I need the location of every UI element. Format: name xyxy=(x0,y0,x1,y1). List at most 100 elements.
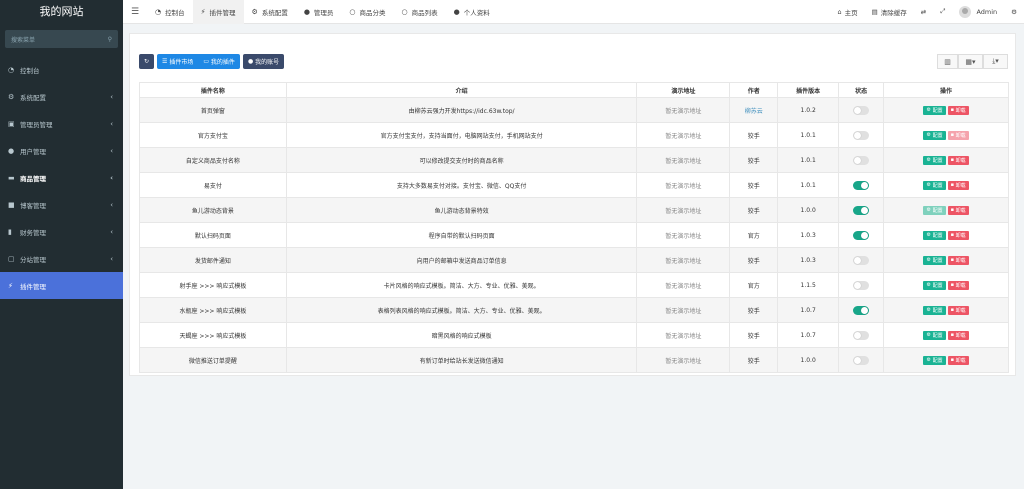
config-button[interactable]: ⚙ 配置 xyxy=(923,255,946,265)
sidebar-item-5[interactable]: ■ 博客管理 ‹ xyxy=(0,191,123,218)
column-header[interactable]: 介绍 xyxy=(285,82,638,98)
plugin-name: 易支付 xyxy=(139,172,287,198)
sidebar-item-4[interactable]: ▬ 商品管理 ‹ xyxy=(0,164,123,191)
config-button[interactable]: ⚙ 配置 xyxy=(923,230,946,240)
config-button[interactable]: ⚙ 配置 xyxy=(923,130,946,140)
uninstall-label: 卸载 xyxy=(955,332,966,339)
brand-title[interactable]: 我的网站 xyxy=(0,0,123,24)
status-toggle[interactable] xyxy=(853,180,870,190)
tab-5[interactable]: ○ 商品列表 xyxy=(394,0,446,24)
uninstall-button[interactable]: ▪ 卸载 xyxy=(947,155,969,165)
translate-icon[interactable]: ⇄ xyxy=(914,8,933,16)
status-cell xyxy=(838,272,885,298)
column-header[interactable]: 状态 xyxy=(838,82,885,98)
status-toggle[interactable] xyxy=(853,355,870,365)
status-toggle[interactable] xyxy=(853,305,870,315)
config-button[interactable]: ⚙ 配置 xyxy=(923,180,946,190)
status-toggle[interactable] xyxy=(853,105,870,115)
tab-6[interactable]: ● 个人资料 xyxy=(446,0,498,24)
clone-icon: ▢ xyxy=(8,254,15,263)
uninstall-button[interactable]: ▪ 卸载 xyxy=(947,230,969,240)
uninstall-button[interactable]: ▪ 卸载 xyxy=(947,355,969,365)
table-row: 自定义商品支付名称 可以修改提交支付时的商品名称 暂无演示地址 狡手 1.0.1 ⚙ 配置… xyxy=(139,147,1009,173)
sidebar-item-6[interactable]: ▮ 财务管理 ‹ xyxy=(0,218,123,245)
actions-cell: ⚙ 配置 ▪ 卸载 xyxy=(883,197,1009,223)
toggle-view-icon[interactable]: ▥ xyxy=(937,54,958,69)
topbar: ☰ ◔ 控制台 ⚡ 插件管理 ⚙ 系统配置 ● 管理员 ○ 商品分类 ○ 商品列表 ● 个人资料 ⌂ 主页 … xyxy=(123,0,1024,24)
tab-1[interactable]: ⚡ 插件管理 xyxy=(192,0,244,24)
sidebar-item-2[interactable]: ▣ 管理员管理 ‹ xyxy=(0,110,123,137)
plugin-description: 由柳苏云强力开发https://idc.63w.top/ xyxy=(285,97,638,123)
config-button[interactable]: ⚙ 配置 xyxy=(923,330,946,340)
config-button[interactable]: ⚙ 配置 xyxy=(923,280,946,290)
status-cell xyxy=(838,122,885,148)
plugin-author[interactable]: 柳苏云 xyxy=(729,97,779,123)
tab-4[interactable]: ○ 商品分类 xyxy=(341,0,393,24)
plugin-market-button[interactable]: ☰ 插件市场 xyxy=(157,54,199,69)
export-icon[interactable]: ⤓▾ xyxy=(983,54,1008,69)
sidebar-item-0[interactable]: ◔ 控制台 xyxy=(0,56,123,83)
search-menu-input[interactable]: 搜索菜单 xyxy=(11,35,108,44)
config-button[interactable]: ⚙ 配置 xyxy=(923,105,946,115)
plugin-description: 向用户的邮箱中发送商品订单信息 xyxy=(285,247,638,273)
trash-icon: ▪ xyxy=(950,282,954,288)
columns-icon[interactable]: ▦▾ xyxy=(958,54,983,69)
uninstall-button[interactable]: ▪ 卸载 xyxy=(947,305,969,315)
tab-label: 插件管理 xyxy=(209,8,236,17)
status-toggle[interactable] xyxy=(853,280,870,290)
tab-0[interactable]: ◔ 控制台 xyxy=(147,0,193,24)
home-link[interactable]: ⌂ 主页 xyxy=(831,7,865,17)
plugin-name: 首页弹窗 xyxy=(139,97,287,123)
demo-url: 暂无演示地址 xyxy=(636,97,731,123)
trash-icon: ▤ xyxy=(871,7,878,16)
config-button[interactable]: ⚙ 配置 xyxy=(923,355,946,365)
plugin-name: 自定义商品支付名称 xyxy=(139,147,287,173)
table-row: 易支付 支持大多数易支付对接。支付宝、微信、QQ支付 暂无演示地址 狡手 1.0.1 ⚙ … xyxy=(139,172,1009,198)
uninstall-button[interactable]: ▪ 卸载 xyxy=(947,130,969,140)
fullscreen-icon[interactable]: ⤢ xyxy=(933,7,952,16)
config-button[interactable]: ⚙ 配置 xyxy=(923,155,946,165)
refresh-button[interactable]: ↻ xyxy=(139,54,155,69)
uninstall-button[interactable]: ▪ 卸载 xyxy=(947,280,969,290)
sidebar-item-3[interactable]: ● 用户管理 ‹ xyxy=(0,137,123,164)
sidebar-item-label: 插件管理 xyxy=(20,282,46,291)
tab-label: 个人资料 xyxy=(463,8,490,17)
uninstall-button[interactable]: ▪ 卸载 xyxy=(947,255,969,265)
status-toggle[interactable] xyxy=(853,130,870,140)
status-toggle[interactable] xyxy=(853,330,870,340)
config-button[interactable]: ⚙ 配置 xyxy=(923,305,946,315)
uninstall-button[interactable]: ▪ 卸载 xyxy=(947,105,969,115)
column-header[interactable]: 作者 xyxy=(729,82,779,98)
user-menu[interactable]: Admin xyxy=(952,5,1004,18)
column-header[interactable]: 演示地址 xyxy=(636,82,731,98)
sidebar-item-1[interactable]: ⚙ 系统配置 ‹ xyxy=(0,83,123,110)
uninstall-button[interactable]: ▪ 卸载 xyxy=(947,180,969,190)
my-plugins-button[interactable]: ▭ 我的插件 xyxy=(198,54,240,69)
status-toggle[interactable] xyxy=(853,205,870,215)
status-toggle[interactable] xyxy=(853,230,870,240)
sidebar: 我的网站 搜索菜单 ⚲ ◔ 控制台 ⚙ 系统配置 ‹ ▣ 管理员管理 ‹ ● 用户管理 ‹ ▬ 商品管理… xyxy=(0,0,123,489)
uninstall-button[interactable]: ▪ 卸载 xyxy=(947,330,969,340)
sidebar-item-label: 商品管理 xyxy=(20,174,46,183)
clear-cache-link[interactable]: ▤ 清除缓存 xyxy=(865,7,914,17)
column-header[interactable]: 操作 xyxy=(883,82,1009,98)
settings-icon[interactable]: ⚙ xyxy=(1004,8,1024,16)
menu-toggle-icon[interactable]: ☰ xyxy=(123,6,147,17)
column-header[interactable]: 插件版本 xyxy=(777,82,840,98)
actions-cell: ⚙ 配置 ▪ 卸载 xyxy=(883,347,1009,373)
my-account-button[interactable]: ● 我的账号 xyxy=(242,54,285,69)
column-header[interactable]: 插件名称 xyxy=(139,82,287,98)
search-menu-box[interactable]: 搜索菜单 ⚲ xyxy=(5,30,118,48)
config-button[interactable]: ⚙ 配置 xyxy=(923,205,946,215)
status-toggle[interactable] xyxy=(853,155,870,165)
tab-3[interactable]: ● 管理员 xyxy=(296,0,342,24)
table-row: 微信推送订单提醒 有新订单时给站长发送微信通知 暂无演示地址 狡手 1.0.0 ⚙ 配置 ▪… xyxy=(139,347,1009,373)
search-icon[interactable]: ⚲ xyxy=(108,36,112,43)
plugin-version: 1.0.1 xyxy=(777,172,840,198)
sidebar-item-7[interactable]: ▢ 分站管理 ‹ xyxy=(0,245,123,272)
sidebar-item-8[interactable]: ⚡ 插件管理 xyxy=(0,272,123,299)
uninstall-button[interactable]: ▪ 卸载 xyxy=(947,205,969,215)
status-toggle[interactable] xyxy=(853,255,870,265)
table-tools: ▥ ▦▾ ⤓▾ xyxy=(937,54,1008,69)
tab-2[interactable]: ⚙ 系统配置 xyxy=(244,0,296,24)
